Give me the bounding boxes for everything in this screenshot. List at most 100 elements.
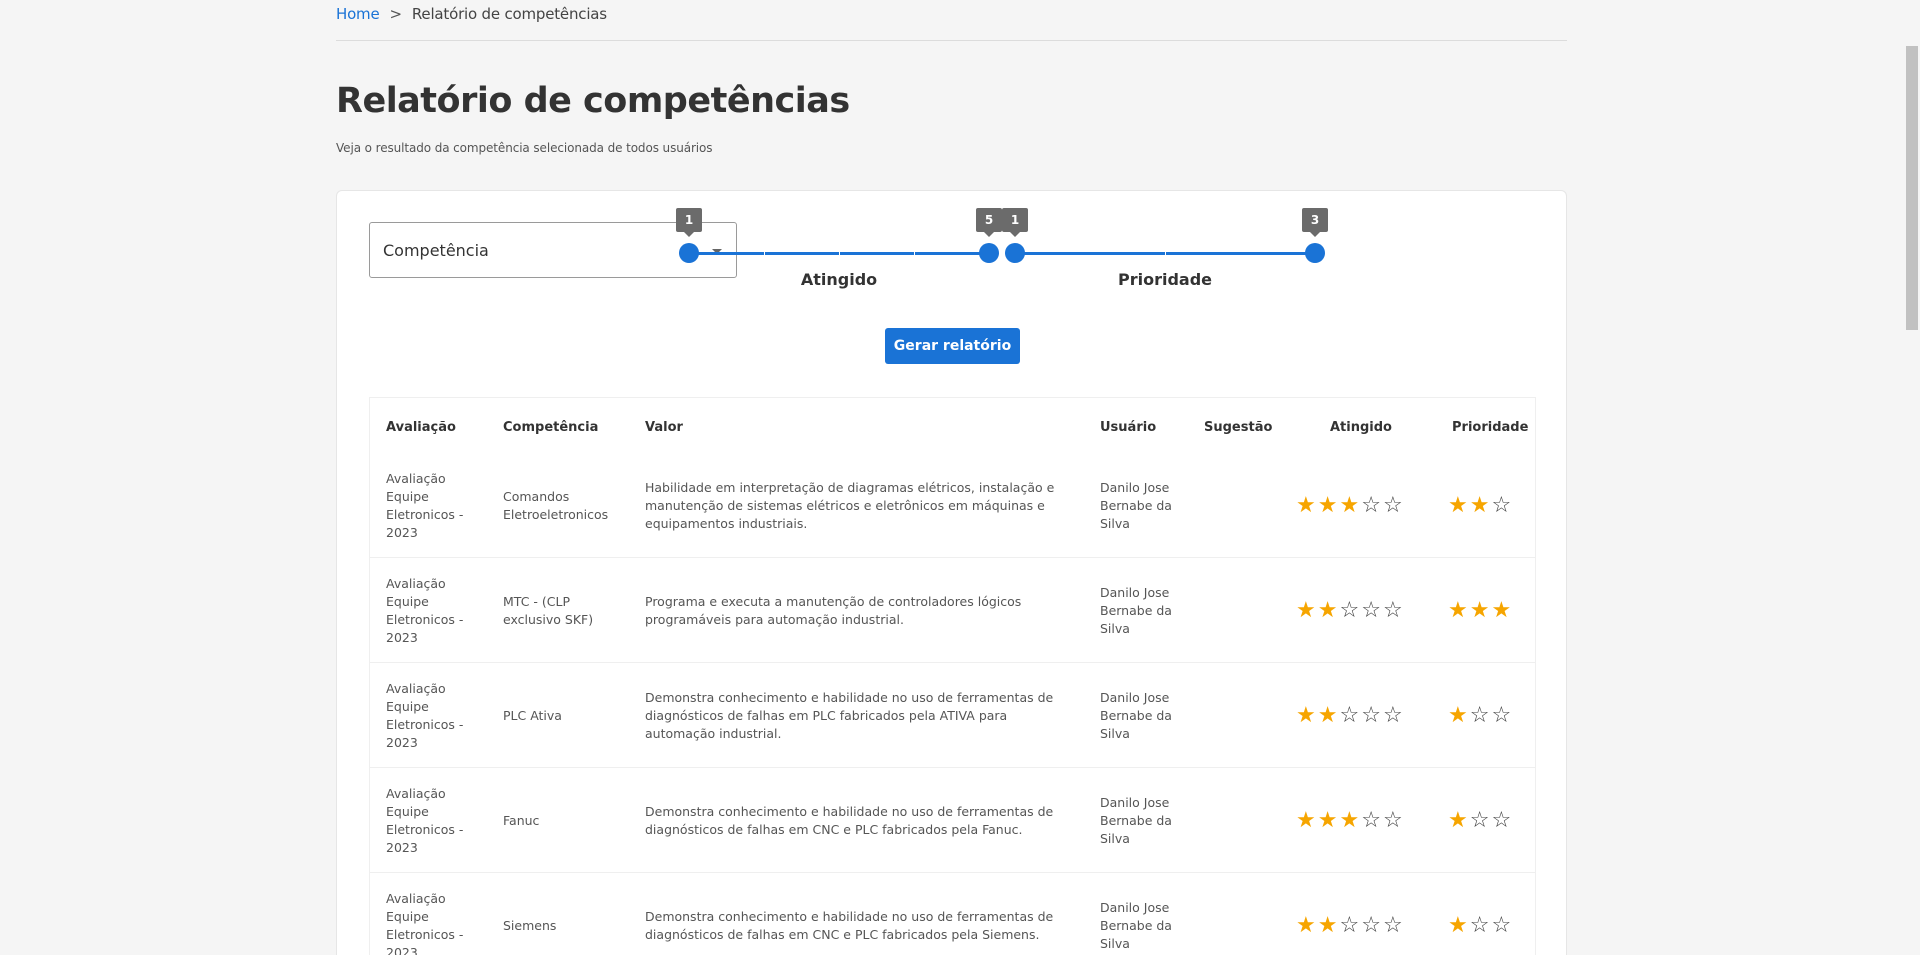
cell-usuario-text: Danilo Jose Bernabe da Silva [1100,584,1172,636]
report-table: Avaliação Competência Valor Usuário Suge… [369,397,1536,955]
atingido-stars: ★ ★ ☆ ☆ ☆ [1296,873,1403,955]
cell-avaliacao-text: Avaliação Equipe Eletronicos - 2023 [386,575,464,645]
header-competencia[interactable]: Competência [503,420,598,435]
prioridade-slider[interactable]: 1 3 Prioridade [1002,208,1328,298]
page-container: Home > Relatório de competências Relatór… [336,0,1567,955]
atingido-slider[interactable]: 1 5 Atingido [676,208,1002,298]
cell-avaliacao-text: Avaliação Equipe Eletronicos - 2023 [386,470,464,540]
prioridade-slider-tick [1165,252,1166,255]
table-row[interactable]: Avaliação Equipe Eletronicos - 2023 Fanuc… [370,768,1535,873]
star-filled-icon: ★ [1448,912,1468,938]
header-usuario[interactable]: Usuário [1100,420,1156,435]
atingido-slider-label: Atingido [800,270,878,289]
atingido-stars: ★ ★ ☆ ☆ ☆ [1296,663,1403,768]
cell-usuario: Danilo Jose Bernabe da Silva [1100,663,1180,768]
cell-valor: Demonstra conhecimento e habilidade no u… [645,873,1070,955]
star-filled-icon: ★ [1296,807,1316,833]
prioridade-max-value-label: 3 [1302,208,1328,237]
star-empty-icon: ☆ [1491,807,1512,833]
star-filled-icon: ★ [1296,597,1316,623]
prioridade-stars: ★ ☆ ☆ [1448,873,1511,955]
cell-avaliacao: Avaliação Equipe Eletronicos - 2023 [386,558,466,663]
cell-avaliacao: Avaliação Equipe Eletronicos - 2023 [386,453,466,558]
breadcrumb: Home > Relatório de competências [336,0,1567,41]
cell-competencia-text: MTC - (CLP exclusivo SKF) [503,593,594,627]
atingido-stars: ★ ★ ★ ☆ ☆ [1296,768,1403,873]
star-filled-icon: ★ [1296,702,1316,728]
cell-avaliacao-text: Avaliação Equipe Eletronicos - 2023 [386,680,464,750]
prioridade-max-handle[interactable] [1305,243,1325,263]
table-row[interactable]: Avaliação Equipe Eletronicos - 2023 Coman… [370,453,1535,558]
cell-usuario-text: Danilo Jose Bernabe da Silva [1100,899,1172,951]
star-filled-icon: ★ [1317,492,1338,518]
cell-sugestao [1204,453,1304,558]
cell-avaliacao-text: Avaliação Equipe Eletronicos - 2023 [386,785,464,855]
star-empty-icon: ☆ [1491,912,1512,938]
star-empty-icon: ☆ [1361,492,1381,518]
cell-usuario: Danilo Jose Bernabe da Silva [1100,558,1180,663]
page-scrollbar[interactable] [1903,0,1920,955]
star-empty-icon: ☆ [1339,702,1360,728]
breadcrumb-home-link[interactable]: Home [336,5,380,23]
cell-usuario-text: Danilo Jose Bernabe da Silva [1100,689,1172,741]
table-row[interactable]: Avaliação Equipe Eletronicos - 2023 Sieme… [370,873,1535,955]
star-filled-icon: ★ [1339,807,1360,833]
header-sugestao[interactable]: Sugestão [1204,420,1272,435]
prioridade-stars: ★ ★ ☆ [1448,453,1511,558]
header-valor[interactable]: Valor [645,420,683,435]
cell-sugestao [1204,873,1304,955]
star-filled-icon: ★ [1448,597,1468,623]
header-prioridade[interactable]: Prioridade [1452,420,1528,435]
cell-avaliacao-text: Avaliação Equipe Eletronicos - 2023 [386,890,464,955]
star-filled-icon: ★ [1317,597,1338,623]
breadcrumb-current: Relatório de competências [411,5,607,23]
cell-competencia-text: Comandos Eletroeletronicos [503,488,609,522]
star-filled-icon: ★ [1448,492,1468,518]
prioridade-stars: ★ ☆ ☆ [1448,768,1511,873]
prioridade-slider-label: Prioridade [1117,270,1213,289]
prioridade-min-value-label: 1 [1002,208,1028,237]
cell-valor: Habilidade em interpretação de diagramas… [645,453,1070,558]
header-atingido[interactable]: Atingido [1330,420,1392,435]
cell-usuario: Danilo Jose Bernabe da Silva [1100,768,1180,873]
generate-report-button[interactable]: Gerar relatório [885,328,1020,364]
cell-valor-text: Demonstra conhecimento e habilidade no u… [645,908,1054,942]
cell-valor-text: Programa e executa a manutenção de contr… [645,593,1022,627]
star-empty-icon: ☆ [1361,807,1381,833]
cell-avaliacao: Avaliação Equipe Eletronicos - 2023 [386,873,466,955]
star-filled-icon: ★ [1296,912,1316,938]
cell-valor: Demonstra conhecimento e habilidade no u… [645,768,1070,873]
cell-competencia-text: Fanuc [503,812,540,828]
page-scrollbar-thumb[interactable] [1906,46,1918,330]
star-filled-icon: ★ [1491,597,1512,623]
atingido-stars: ★ ★ ★ ☆ ☆ [1296,453,1403,558]
atingido-max-handle[interactable] [979,243,999,263]
star-empty-icon: ☆ [1382,702,1403,728]
atingido-max-value-label: 5 [976,208,1002,237]
star-empty-icon: ☆ [1361,597,1381,623]
star-filled-icon: ★ [1296,492,1316,518]
table-header: Avaliação Competência Valor Usuário Suge… [370,398,1535,453]
header-avaliacao[interactable]: Avaliação [386,420,456,435]
star-empty-icon: ☆ [1361,912,1381,938]
atingido-slider-tick [914,252,915,255]
star-filled-icon: ★ [1317,912,1338,938]
star-filled-icon: ★ [1469,597,1490,623]
star-empty-icon: ☆ [1382,597,1403,623]
star-empty-icon: ☆ [1491,702,1512,728]
star-empty-icon: ☆ [1469,702,1490,728]
cell-competencia-text: PLC Ativa [503,707,562,723]
prioridade-stars: ★ ☆ ☆ [1448,663,1511,768]
table-row[interactable]: Avaliação Equipe Eletronicos - 2023 MTC -… [370,558,1535,663]
cell-competencia-text: Siemens [503,917,557,933]
star-filled-icon: ★ [1448,702,1468,728]
table-row[interactable]: Avaliação Equipe Eletronicos - 2023 PLC A… [370,663,1535,768]
cell-sugestao [1204,663,1304,768]
star-filled-icon: ★ [1339,492,1360,518]
prioridade-min-handle[interactable] [1005,243,1025,263]
atingido-min-handle[interactable] [679,243,699,263]
cell-avaliacao: Avaliação Equipe Eletronicos - 2023 [386,663,466,768]
star-empty-icon: ☆ [1469,807,1490,833]
breadcrumb-separator: > [389,5,403,23]
cell-competencia: MTC - (CLP exclusivo SKF) [503,558,613,663]
